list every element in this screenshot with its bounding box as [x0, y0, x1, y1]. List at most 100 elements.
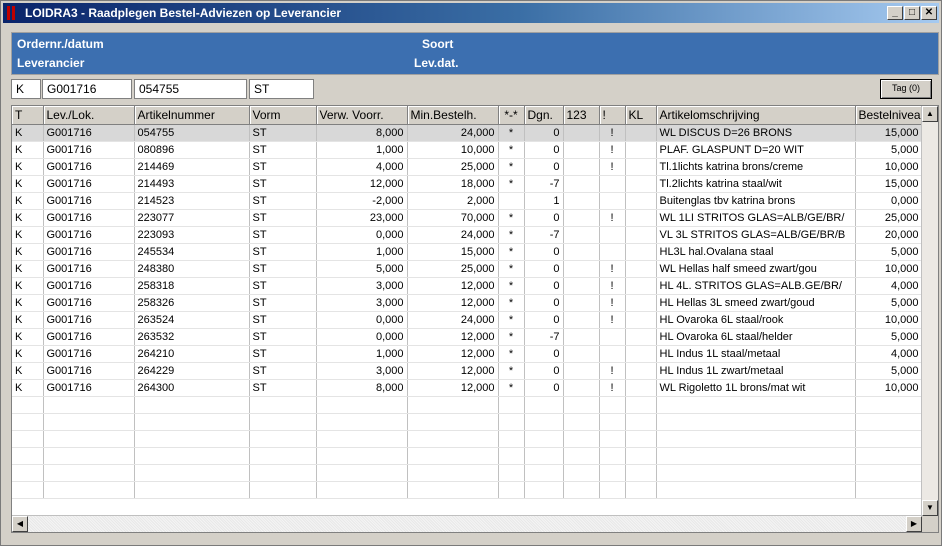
col-123-cell — [563, 141, 600, 159]
col-description-cell: HL Hellas 3L smeed zwart/goud — [656, 294, 856, 312]
empty-cell — [563, 413, 600, 431]
supplier-filter-field[interactable]: G001716 — [42, 79, 132, 99]
table-row[interactable]: K G001716 214493 ST 12,000 18,000 * -7 Tl.2licht… — [12, 175, 923, 193]
col-article-cell: 264300 — [134, 379, 250, 397]
col-order-level-cell: 5,000 — [855, 362, 923, 380]
col-min-order-cell: 70,000 — [407, 209, 499, 227]
col-min-order-cell: 12,000 — [407, 345, 499, 363]
col-supplier-cell: G001716 — [43, 277, 135, 295]
col-star-cell: * — [498, 311, 525, 329]
col-flag-cell — [599, 192, 626, 210]
col-type-header[interactable]: T — [12, 106, 44, 125]
col-stock-cell: 0,000 — [316, 226, 408, 244]
col-days-cell: 0 — [524, 158, 564, 176]
col-article-header[interactable]: Artikelnummer — [134, 106, 250, 125]
table-row[interactable]: K G001716 263532 ST 0,000 12,000 * -7 HL Ovaroka… — [12, 328, 923, 346]
col-form-cell: ST — [249, 328, 317, 346]
empty-cell — [43, 430, 135, 448]
table-row[interactable]: K G001716 054755 ST 8,000 24,000 * 0! WL DISCUS … — [12, 124, 923, 142]
col-description-cell: PLAF. GLASPUNT D=20 WIT — [656, 141, 856, 159]
col-order-level-header[interactable]: Bestelniveau — [855, 106, 923, 125]
empty-cell — [498, 447, 525, 465]
empty-cell — [524, 396, 564, 414]
col-123-header[interactable]: 123 — [563, 106, 600, 125]
table-row[interactable]: K G001716 264300 ST 8,000 12,000 * 0! WL Rigolet… — [12, 379, 923, 397]
article-filter-field[interactable]: 054755 — [134, 79, 247, 99]
empty-cell — [656, 464, 856, 482]
col-kl-cell — [625, 277, 657, 295]
col-flag-header[interactable]: ! — [599, 106, 626, 125]
table-row[interactable]: K G001716 258318 ST 3,000 12,000 * 0! HL 4L. STR… — [12, 277, 923, 295]
empty-cell — [498, 396, 525, 414]
col-form-cell: ST — [249, 226, 317, 244]
col-days-cell: -7 — [524, 175, 564, 193]
col-stock-cell: 1,000 — [316, 141, 408, 159]
empty-cell — [563, 430, 600, 448]
col-stock-cell: 3,000 — [316, 362, 408, 380]
col-supplier-header[interactable]: Lev./Lok. — [43, 106, 135, 125]
col-description-header[interactable]: Artikelomschrijving — [656, 106, 856, 125]
col-description-cell: WL 1LI STRITOS GLAS=ALB/GE/BR/ — [656, 209, 856, 227]
col-star-header[interactable]: *-* — [498, 106, 525, 125]
empty-cell — [134, 447, 250, 465]
col-order-level-cell: 10,000 — [855, 311, 923, 329]
table-row[interactable]: K G001716 214523 ST -2,000 2,000 1 Buitenglas t… — [12, 192, 923, 210]
col-article-cell: 080896 — [134, 141, 250, 159]
form-filter-field[interactable]: ST — [249, 79, 314, 99]
table-row[interactable]: K G001716 214469 ST 4,000 25,000 * 0! Tl.1lichts… — [12, 158, 923, 176]
col-days-cell: 0 — [524, 277, 564, 295]
col-description-cell: HL 4L. STRITOS GLAS=ALB.GE/BR/ — [656, 277, 856, 295]
empty-cell — [498, 481, 525, 499]
col-form-cell: ST — [249, 158, 317, 176]
window-title: LOIDRA3 - Raadplegen Bestel-Adviezen op … — [25, 6, 342, 20]
vertical-scrollbar[interactable]: ▲ ▼ — [921, 106, 938, 516]
title-bar[interactable]: LOIDRA3 - Raadplegen Bestel-Adviezen op … — [3, 3, 939, 23]
col-days-header[interactable]: Dgn. — [524, 106, 564, 125]
table-row[interactable]: K G001716 258326 ST 3,000 12,000 * 0! HL Hellas … — [12, 294, 923, 312]
header-row: T Lev./Lok. Artikelnummer Vorm Verw. Voorr. M… — [12, 106, 923, 125]
empty-cell — [625, 413, 657, 431]
table-row[interactable]: K G001716 080896 ST 1,000 10,000 * 0! PLAF. GLAS… — [12, 141, 923, 159]
table-row[interactable]: K G001716 248380 ST 5,000 25,000 * 0! WL Hellas … — [12, 260, 923, 278]
scroll-right-icon[interactable]: ▶ — [906, 516, 922, 532]
col-min-order-cell: 25,000 — [407, 260, 499, 278]
table-row[interactable]: K G001716 264210 ST 1,000 12,000 * 0 HL Indus 1L… — [12, 345, 923, 363]
tag-button[interactable]: Tag (0) — [880, 79, 932, 99]
col-form-header[interactable]: Vorm — [249, 106, 317, 125]
horizontal-scrollbar[interactable]: ◀ ▶ — [12, 515, 922, 532]
type-filter-field[interactable]: K — [11, 79, 41, 99]
col-type-cell: K — [12, 362, 44, 380]
col-min-order-header[interactable]: Min.Bestelh. — [407, 106, 499, 125]
empty-cell — [316, 464, 408, 482]
col-supplier-cell: G001716 — [43, 209, 135, 227]
table-row[interactable]: K G001716 245534 ST 1,000 15,000 * 0 HL3L hal.Ov… — [12, 243, 923, 261]
close-button[interactable]: ✕ — [921, 6, 937, 20]
ordernr-label: Ordernr./datum — [17, 37, 104, 51]
col-type-cell: K — [12, 277, 44, 295]
col-stock-header[interactable]: Verw. Voorr. — [316, 106, 408, 125]
empty-cell — [599, 447, 626, 465]
scroll-up-icon[interactable]: ▲ — [922, 106, 938, 122]
maximize-button[interactable]: □ — [904, 6, 920, 20]
col-order-level-cell: 5,000 — [855, 328, 923, 346]
scroll-down-icon[interactable]: ▼ — [922, 500, 938, 516]
table-row[interactable]: K G001716 263524 ST 0,000 24,000 * 0! HL Ovaroka… — [12, 311, 923, 329]
col-form-cell: ST — [249, 345, 317, 363]
col-star-cell: * — [498, 277, 525, 295]
col-kl-header[interactable]: KL — [625, 106, 657, 125]
scroll-left-icon[interactable]: ◀ — [12, 516, 28, 532]
col-form-cell: ST — [249, 141, 317, 159]
col-supplier-cell: G001716 — [43, 226, 135, 244]
col-kl-cell — [625, 192, 657, 210]
col-kl-cell — [625, 362, 657, 380]
table-row[interactable]: K G001716 223077 ST 23,000 70,000 * 0! WL 1LI ST… — [12, 209, 923, 227]
empty-cell — [625, 481, 657, 499]
col-stock-cell: 0,000 — [316, 328, 408, 346]
empty-cell — [134, 430, 250, 448]
table-row[interactable]: K G001716 264229 ST 3,000 12,000 * 0! HL Indus 1… — [12, 362, 923, 380]
col-min-order-cell: 12,000 — [407, 294, 499, 312]
minimize-button[interactable]: _ — [887, 6, 903, 20]
col-article-cell: 054755 — [134, 124, 250, 142]
table-row[interactable]: K G001716 223093 ST 0,000 24,000 * -7 VL 3L STRI… — [12, 226, 923, 244]
col-article-cell: 264229 — [134, 362, 250, 380]
